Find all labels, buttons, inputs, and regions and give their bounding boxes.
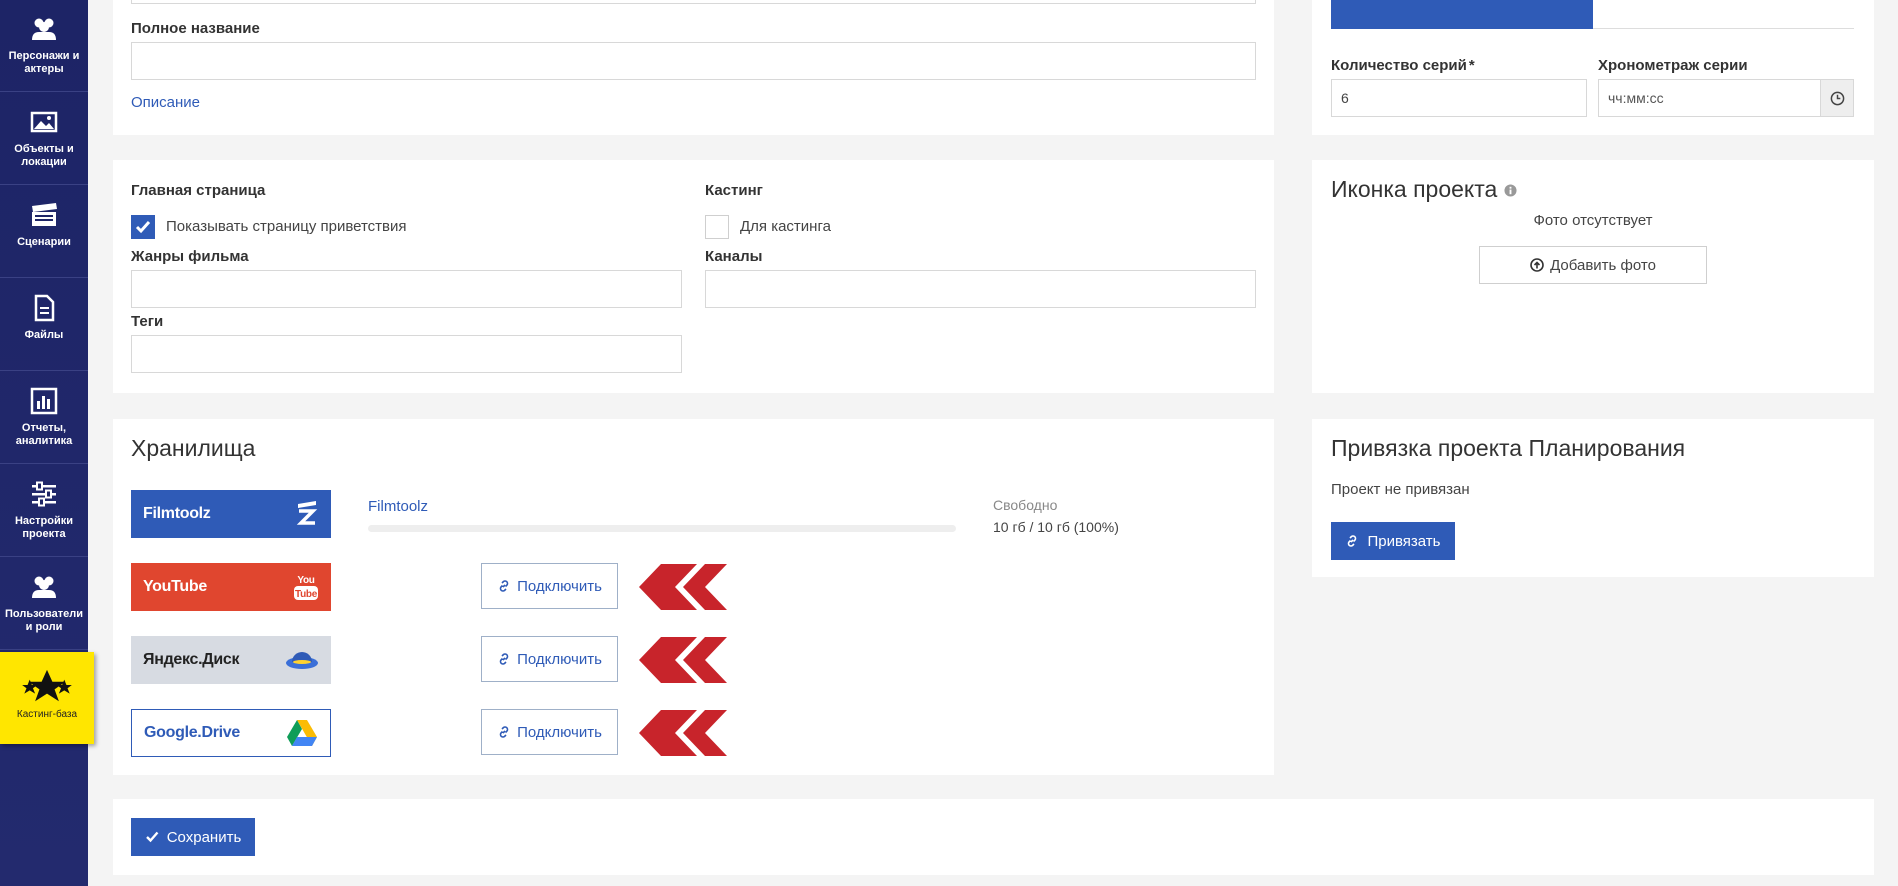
tab-active-indicator[interactable] xyxy=(1331,0,1593,29)
sidebar-item-label: Объекты и локации xyxy=(14,143,74,168)
youtube-connect-button[interactable]: Подключить xyxy=(481,563,618,609)
sidebar-item-scripts[interactable]: Сценарии xyxy=(0,186,88,278)
filmtoolz-logo-icon xyxy=(296,501,318,525)
google-drive-logo-icon xyxy=(287,720,317,746)
yandex-connect-button[interactable]: Подключить xyxy=(481,636,618,682)
tab-divider xyxy=(1593,28,1854,29)
sidebar-item-reports[interactable]: Отчеты, аналитика xyxy=(0,372,88,464)
series-duration-label: Хронометраж серии xyxy=(1598,57,1748,74)
sidebar-item-settings[interactable]: Настройки проекта xyxy=(0,465,88,557)
description-link[interactable]: Описание xyxy=(131,94,200,111)
clapperboard-icon xyxy=(32,203,57,226)
save-panel: Сохранить xyxy=(113,799,1874,875)
youtube-logo-icon: You Tube xyxy=(294,575,318,600)
for-casting-label: Для кастинга xyxy=(740,218,831,235)
filmtoolz-link[interactable]: Filmtoolz xyxy=(368,498,428,515)
sidebar-item-label: Персонажи и актеры xyxy=(8,50,80,75)
sidebar: Персонажи и актеры Объекты и локации Сце… xyxy=(0,0,94,886)
file-icon xyxy=(34,294,55,322)
google-drive-connect-button[interactable]: Подключить xyxy=(481,709,618,755)
link-icon xyxy=(499,726,509,738)
upload-icon xyxy=(1530,258,1544,272)
series-duration-input[interactable]: чч:мм:сс xyxy=(1598,79,1854,117)
clock-icon xyxy=(1830,91,1844,105)
svg-text:Tube: Tube xyxy=(295,589,318,600)
people-icon xyxy=(32,18,56,40)
save-button[interactable]: Сохранить xyxy=(131,818,255,856)
sidebar-item-files[interactable]: Файлы xyxy=(0,279,88,371)
google-drive-storage-button[interactable]: Google.Drive xyxy=(131,709,331,757)
series-count-label: Количество серий * xyxy=(1331,57,1475,74)
project-icon-panel: Иконка проекта Фото отсутствует Добавить… xyxy=(1312,160,1874,393)
sidebar-item-label: Сценарии xyxy=(17,236,71,248)
sidebar-item-users[interactable]: Пользователи и роли xyxy=(0,558,88,650)
sliders-icon xyxy=(32,481,56,507)
check-icon xyxy=(145,831,159,843)
image-icon xyxy=(30,111,58,133)
show-welcome-label: Показывать страницу приветствия xyxy=(166,218,407,235)
yandex-disk-storage-button[interactable]: Яндекс.Диск xyxy=(131,636,331,684)
free-space-label: Свободно xyxy=(993,497,1058,513)
filmtoolz-storage-button[interactable]: Filmtoolz xyxy=(131,490,331,538)
add-photo-button[interactable]: Добавить фото xyxy=(1479,246,1707,284)
previous-field-bottom xyxy=(131,0,1256,4)
tags-input[interactable] xyxy=(131,335,682,373)
attention-arrows-icon xyxy=(639,710,727,756)
genres-label: Жанры фильма xyxy=(131,248,249,265)
tags-label: Теги xyxy=(131,313,164,330)
planning-status: Проект не привязан xyxy=(1331,481,1470,498)
svg-text:You: You xyxy=(297,575,314,586)
link-icon xyxy=(499,580,509,592)
stars-icon xyxy=(22,669,72,702)
check-icon xyxy=(135,221,151,234)
yandex-disk-logo-icon xyxy=(286,652,318,669)
link-icon xyxy=(499,653,509,665)
no-photo-text: Фото отсутствует xyxy=(1533,212,1653,229)
sidebar-item-objects[interactable]: Объекты и локации xyxy=(0,93,88,185)
required-mark: * xyxy=(1468,57,1475,74)
series-panel: Количество серий * 6 Хронометраж серии чч… xyxy=(1312,0,1874,135)
sidebar-item-label: Пользователи и роли xyxy=(4,608,83,633)
sidebar-item-characters[interactable]: Персонажи и актеры xyxy=(0,0,88,92)
storage-title: Хранилища xyxy=(131,435,256,461)
sidebar-item-label: Файлы xyxy=(24,329,64,341)
basic-info-panel: Полное название Описание xyxy=(113,0,1274,135)
attention-arrows-icon xyxy=(639,637,727,683)
channels-label: Каналы xyxy=(705,248,763,265)
free-space-value: 10 гб / 10 гб (100%) xyxy=(993,519,1119,535)
link-icon xyxy=(1348,535,1357,547)
info-icon[interactable] xyxy=(1504,184,1517,197)
sidebar-item-label: Кастинг-база xyxy=(16,709,78,720)
series-count-input[interactable]: 6 xyxy=(1331,79,1587,117)
users-icon xyxy=(32,576,56,598)
casting-label: Кастинг xyxy=(705,182,763,199)
bar-chart-icon xyxy=(30,387,58,415)
planning-title: Привязка проекта Планирования xyxy=(1331,435,1686,461)
sidebar-item-casting-base[interactable]: Кастинг-база xyxy=(0,652,94,744)
settings-panel: Главная страница Показывать страницу при… xyxy=(113,160,1274,393)
storage-usage-bar xyxy=(368,525,956,532)
show-welcome-checkbox[interactable] xyxy=(131,215,155,239)
bind-project-button[interactable]: Привязать xyxy=(1331,522,1455,560)
full-name-input[interactable] xyxy=(131,42,1256,80)
project-icon-title: Иконка проекта xyxy=(1331,176,1517,203)
channels-input[interactable] xyxy=(705,270,1256,308)
youtube-storage-button[interactable]: You Tube You Tube xyxy=(131,563,331,611)
sidebar-item-label: Отчеты, аналитика xyxy=(15,422,73,447)
home-page-label: Главная страница xyxy=(131,182,266,199)
full-name-label: Полное название xyxy=(131,20,260,37)
for-casting-checkbox[interactable] xyxy=(705,215,729,239)
planning-panel: Привязка проекта Планирования Проект не … xyxy=(1312,419,1874,577)
attention-arrows-icon xyxy=(639,564,727,610)
genres-input[interactable] xyxy=(131,270,682,308)
sidebar-item-label: Настройки проекта xyxy=(14,515,74,540)
clock-button[interactable] xyxy=(1820,79,1854,117)
storage-panel: Хранилища Filmtoolz Filmtoolz Свободно 1… xyxy=(113,419,1274,775)
